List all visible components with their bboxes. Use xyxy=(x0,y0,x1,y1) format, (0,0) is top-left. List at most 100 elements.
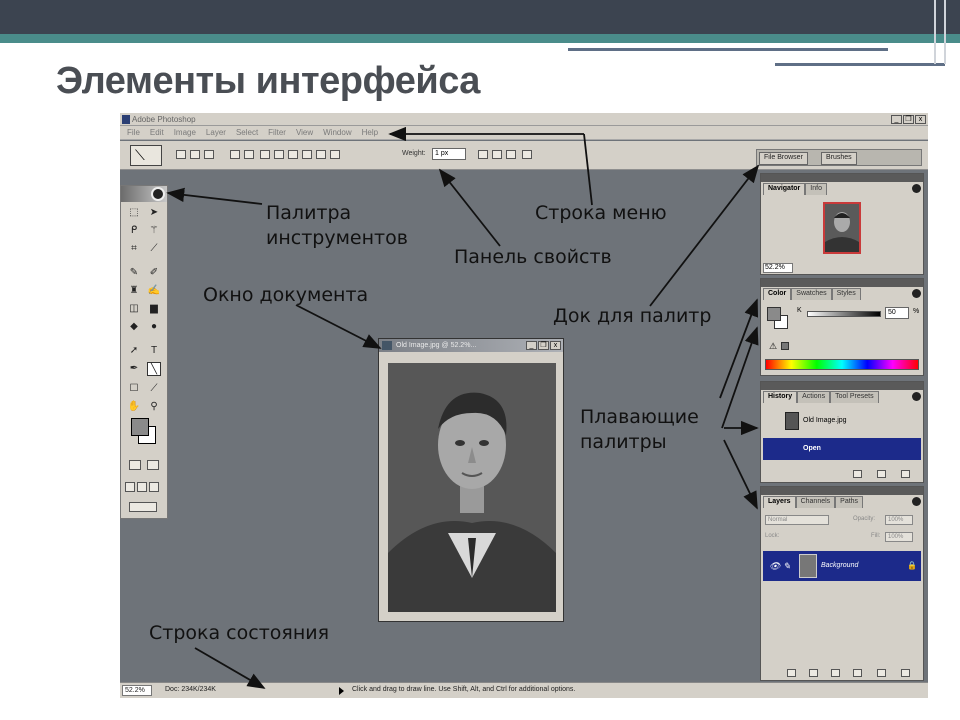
palette-title-bar[interactable] xyxy=(761,487,923,495)
opacity-field[interactable]: 100% xyxy=(885,515,913,525)
history-brush-icon[interactable]: ✍ xyxy=(147,284,161,298)
screen-mode-full-icon[interactable] xyxy=(149,482,159,492)
paths-icon[interactable] xyxy=(190,150,200,159)
type-tool-icon[interactable]: T xyxy=(147,344,161,358)
new-snapshot-icon[interactable] xyxy=(877,470,886,478)
notes-tool-icon[interactable]: ☐ xyxy=(127,382,141,396)
history-snapshot[interactable]: Old Image.jpg xyxy=(763,410,921,432)
menu-image[interactable]: Image xyxy=(169,126,201,139)
move-tool-icon[interactable]: ➤ xyxy=(147,206,161,220)
palette-title-bar[interactable] xyxy=(761,174,923,182)
tab-actions[interactable]: Actions xyxy=(797,391,831,403)
tab-swatches[interactable]: Swatches xyxy=(791,288,832,300)
palette-menu-icon[interactable] xyxy=(912,289,921,298)
zoom-tool-icon[interactable]: ⚲ xyxy=(147,400,161,414)
layer-background[interactable]: 👁 ✎ Background 🔒 xyxy=(763,551,921,581)
tab-info[interactable]: Info xyxy=(805,183,827,195)
tab-file-browser[interactable]: File Browser xyxy=(759,152,808,165)
color-foreground-swatch[interactable] xyxy=(767,307,781,321)
trash-icon[interactable] xyxy=(901,669,910,677)
lasso-tool-icon[interactable]: ᑭ xyxy=(127,224,141,238)
visibility-eye-icon[interactable]: 👁 xyxy=(769,551,780,581)
freeform-pen-icon[interactable] xyxy=(244,150,254,159)
tab-channels[interactable]: Channels xyxy=(795,496,836,508)
palette-menu-icon[interactable] xyxy=(912,497,921,506)
eyedropper-icon[interactable]: ⟋ xyxy=(147,382,161,396)
document-title-bar[interactable]: Old Image.jpg @ 52.2%... _ ❐ x xyxy=(379,339,563,352)
tab-styles[interactable]: Styles xyxy=(831,288,861,300)
magic-wand-icon[interactable]: ⚚ xyxy=(147,224,161,238)
new-document-icon[interactable] xyxy=(853,470,862,478)
tab-paths[interactable]: Paths xyxy=(835,496,864,508)
palette-menu-icon[interactable] xyxy=(912,184,921,193)
fill-pixels-icon[interactable] xyxy=(204,150,214,159)
palette-menu-icon[interactable] xyxy=(912,392,921,401)
menu-layer[interactable]: Layer xyxy=(201,126,231,139)
exclude-mode-icon[interactable] xyxy=(522,150,532,159)
brush-tool-icon[interactable]: ✐ xyxy=(147,266,161,280)
line-tool-icon[interactable]: ╲ xyxy=(147,362,161,376)
navigator-zoom-field[interactable]: 52.2% xyxy=(763,263,793,273)
k-value-field[interactable]: 50 xyxy=(885,307,909,319)
menu-help[interactable]: Help xyxy=(357,126,383,139)
tab-color[interactable]: Color xyxy=(763,288,792,300)
slice-tool-icon[interactable]: ⟋ xyxy=(147,242,161,256)
status-zoom-field[interactable]: 52.2% xyxy=(122,685,152,696)
marquee-tool-icon[interactable]: ⬚ xyxy=(127,206,141,220)
screen-mode-full-menu-icon[interactable] xyxy=(137,482,147,492)
menu-view[interactable]: View xyxy=(291,126,318,139)
blur-tool-icon[interactable]: ◆ xyxy=(127,320,141,334)
pen-tool-icon[interactable]: ✒ xyxy=(127,362,141,376)
quick-mask-icon[interactable] xyxy=(147,460,159,470)
tool-preset-picker[interactable]: ⟍ xyxy=(130,145,162,166)
tab-brushes[interactable]: Brushes xyxy=(821,152,857,165)
menu-filter[interactable]: Filter xyxy=(263,126,291,139)
tab-history[interactable]: History xyxy=(763,391,798,403)
toolbox-header[interactable] xyxy=(121,186,167,202)
blend-mode-select[interactable]: Normal xyxy=(765,515,829,525)
screen-mode-standard-icon[interactable] xyxy=(125,482,135,492)
add-mode-icon[interactable] xyxy=(478,150,488,159)
status-menu-arrow-icon[interactable] xyxy=(339,687,344,695)
k-slider[interactable] xyxy=(807,311,881,317)
menu-select[interactable]: Select xyxy=(231,126,263,139)
rounded-rectangle-icon[interactable] xyxy=(274,150,284,159)
gradient-tool-icon[interactable]: ▆ xyxy=(147,302,161,316)
menu-window[interactable]: Window xyxy=(318,126,356,139)
doc-close-button[interactable]: x xyxy=(550,341,561,350)
palette-title-bar[interactable] xyxy=(761,279,923,287)
close-button[interactable]: x xyxy=(915,115,926,124)
ellipse-tool-icon[interactable] xyxy=(288,150,298,159)
doc-minimize-button[interactable]: _ xyxy=(526,341,537,350)
adjustment-layer-icon[interactable] xyxy=(853,669,862,677)
weight-input[interactable]: 1 px xyxy=(432,148,466,160)
status-doc-size[interactable]: Doc: 234K/234K xyxy=(165,686,216,693)
hand-tool-icon[interactable]: ✋ xyxy=(127,400,141,414)
jump-to-imageready-icon[interactable] xyxy=(129,502,157,512)
tab-tool-presets[interactable]: Tool Presets xyxy=(830,391,879,403)
menu-edit[interactable]: Edit xyxy=(145,126,169,139)
navigator-thumbnail[interactable] xyxy=(823,202,861,254)
layer-style-icon[interactable] xyxy=(787,669,796,677)
restore-button[interactable]: ❐ xyxy=(903,115,914,124)
gamut-swatch[interactable] xyxy=(781,342,789,350)
document-image[interactable] xyxy=(388,363,556,612)
healing-brush-icon[interactable]: ✎ xyxy=(127,266,141,280)
minimize-button[interactable]: _ xyxy=(891,115,902,124)
crop-tool-icon[interactable]: ⌗ xyxy=(127,242,141,256)
history-state[interactable]: Open xyxy=(763,438,921,460)
layer-mask-icon[interactable] xyxy=(809,669,818,677)
polygon-tool-icon[interactable] xyxy=(302,150,312,159)
path-selection-icon[interactable]: ➚ xyxy=(127,344,141,358)
rectangle-tool-icon[interactable] xyxy=(260,150,270,159)
color-ramp[interactable] xyxy=(765,359,919,370)
clone-stamp-icon[interactable]: ♜ xyxy=(127,284,141,298)
layer-set-icon[interactable] xyxy=(831,669,840,677)
tab-navigator[interactable]: Navigator xyxy=(763,183,806,195)
shape-layers-icon[interactable] xyxy=(176,150,186,159)
menu-file[interactable]: File xyxy=(122,126,145,139)
line-tool-icon[interactable] xyxy=(316,150,326,159)
custom-shape-icon[interactable] xyxy=(330,150,340,159)
trash-icon[interactable] xyxy=(901,470,910,478)
intersect-mode-icon[interactable] xyxy=(506,150,516,159)
